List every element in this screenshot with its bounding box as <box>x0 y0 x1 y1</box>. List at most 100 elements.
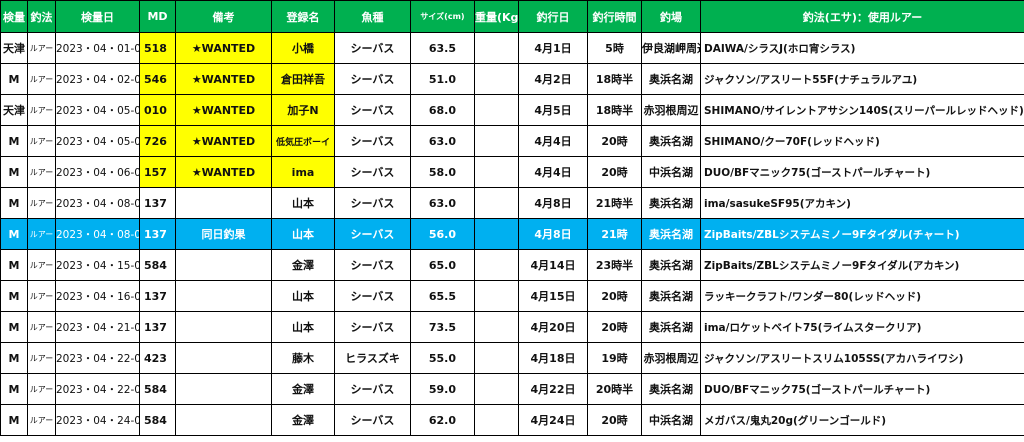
cell-method: ルアー <box>27 187 56 219</box>
cell-time: 20時 <box>587 280 642 312</box>
cell-date: 2023・04・15-01 <box>55 249 140 281</box>
cell-weigh: M <box>0 187 28 219</box>
header-method: 釣法 <box>27 0 56 33</box>
cell-method: ルアー <box>27 373 56 405</box>
cell-md: 157 <box>139 156 176 188</box>
cell-time: 5時 <box>587 32 642 64</box>
cell-time: 20時 <box>587 156 642 188</box>
cell-spot: 奥浜名湖 <box>641 125 701 157</box>
cell-name: 低気圧ボーイ <box>271 125 335 157</box>
cell-spot: 奥浜名湖 <box>641 249 701 281</box>
cell-md: 010 <box>139 94 176 126</box>
cell-gear: SHIMANO/サイレントアサシン140S(スリーパールレッドヘッド) <box>700 94 1024 126</box>
table-row[interactable]: M ルアー 2023・04・06-03 157 ★WANTED ima シーバス 58.0 4月… <box>0 156 1024 188</box>
cell-method: ルアー <box>27 32 56 64</box>
cell-spot: 伊良湖岬周辺 <box>641 32 701 64</box>
table-row[interactable]: M ルアー 2023・04・08-02 137 同日釣果 山本 シーバス 56.0 4月8日 21… <box>0 218 1024 250</box>
cell-size: 59.0 <box>410 373 475 405</box>
header-gear: 釣法(エサ)：使用ルアー <box>700 0 1024 33</box>
cell-name: 山本 <box>271 218 335 250</box>
cell-species: シーバス <box>334 218 411 250</box>
header-md: MD <box>139 0 176 33</box>
cell-time: 20時 <box>587 125 642 157</box>
cell-spot: 奥浜名湖 <box>641 280 701 312</box>
header-weight: 重量(Kg) <box>474 0 519 33</box>
cell-size: 62.0 <box>410 404 475 436</box>
cell-weight <box>474 125 519 157</box>
cell-date: 2023・04・24-05 <box>55 404 140 436</box>
cell-weight <box>474 342 519 374</box>
cell-note: ★WANTED <box>175 32 272 64</box>
table-row[interactable]: M ルアー 2023・04・08-01 137 山本 シーバス 63.0 4月8日 21時半 奥浜… <box>0 187 1024 219</box>
cell-date: 2023・04・22-02 <box>55 373 140 405</box>
cell-gear: ima/ロケットベイト75(ライムスタークリア) <box>700 311 1024 343</box>
cell-name: 山本 <box>271 311 335 343</box>
cell-size: 63.5 <box>410 32 475 64</box>
cell-weigh: M <box>0 404 28 436</box>
cell-time: 20時 <box>587 404 642 436</box>
cell-day: 4月18日 <box>518 342 588 374</box>
cell-name: 加子N <box>271 94 335 126</box>
cell-size: 68.0 <box>410 94 475 126</box>
cell-method: ルアー <box>27 63 56 95</box>
cell-weight <box>474 94 519 126</box>
table-row[interactable]: 天津 ルアー 2023・04・01-01 518 ★WANTED 小橋 シーバス 63.5 4月… <box>0 32 1024 64</box>
cell-date: 2023・04・21-01 <box>55 311 140 343</box>
cell-md: 423 <box>139 342 176 374</box>
cell-species: ヒラスズキ <box>334 342 411 374</box>
cell-name: ima <box>271 156 335 188</box>
cell-gear: SHIMANO/クー70F(レッドヘッド) <box>700 125 1024 157</box>
cell-weight <box>474 156 519 188</box>
table-row[interactable]: M ルアー 2023・04・24-05 584 金澤 シーバス 62.0 4月24日 20時 中浜… <box>0 404 1024 436</box>
cell-day: 4月5日 <box>518 94 588 126</box>
cell-size: 55.0 <box>410 342 475 374</box>
cell-time: 19時 <box>587 342 642 374</box>
cell-method: ルアー <box>27 125 56 157</box>
cell-name: 藤木 <box>271 342 335 374</box>
table-row[interactable]: 天津 ルアー 2023・04・05-02 010 ★WANTED 加子N シーバス 68.0 4… <box>0 94 1024 126</box>
table-row[interactable]: M ルアー 2023・04・15-01 584 金澤 シーバス 65.0 4月14日 23時半奥… <box>0 249 1024 281</box>
cell-method: ルアー <box>27 280 56 312</box>
cell-weigh: M <box>0 373 28 405</box>
cell-md: 137 <box>139 187 176 219</box>
header-time: 釣行時間 <box>587 0 642 33</box>
cell-species: シーバス <box>334 280 411 312</box>
cell-weigh: 天津 <box>0 94 28 126</box>
cell-species: シーバス <box>334 187 411 219</box>
cell-name: 金澤 <box>271 404 335 436</box>
cell-weight <box>474 249 519 281</box>
table-row[interactable]: M ルアー 2023・04・22-01 423 藤木 ヒラスズキ 55.0 4月18日 19時赤… <box>0 342 1024 374</box>
cell-weight <box>474 63 519 95</box>
header-name: 登録名 <box>271 0 335 33</box>
cell-name: 山本 <box>271 187 335 219</box>
cell-note: ★WANTED <box>175 94 272 126</box>
table-row[interactable]: M ルアー 2023・04・21-01 137 山本 シーバス 73.5 4月20日 20時 奥浜… <box>0 311 1024 343</box>
cell-md: 137 <box>139 280 176 312</box>
cell-time: 21時半 <box>587 187 642 219</box>
cell-spot: 中浜名湖 <box>641 404 701 436</box>
cell-day: 4月24日 <box>518 404 588 436</box>
cell-md: 726 <box>139 125 176 157</box>
cell-weigh: M <box>0 280 28 312</box>
cell-date: 2023・04・05-02 <box>55 94 140 126</box>
cell-md: 518 <box>139 32 176 64</box>
cell-note <box>175 187 272 219</box>
table-row[interactable]: M ルアー 2023・04・02-01 546 ★WANTED 倉田祥吾 シーバス 51.0 4… <box>0 63 1024 95</box>
table-row[interactable]: M ルアー 2023・04・16-02 137 山本 シーバス 65.5 4月15日 20時 奥浜… <box>0 280 1024 312</box>
cell-md: 584 <box>139 404 176 436</box>
cell-weight <box>474 218 519 250</box>
cell-weight <box>474 187 519 219</box>
catch-records-table: 検量 釣法 検量日 MD 備考 登録名 魚種 サイズ(cm) 重量(Kg) 釣行… <box>0 0 1024 436</box>
cell-md: 584 <box>139 373 176 405</box>
cell-name: 山本 <box>271 280 335 312</box>
cell-spot: 奥浜名湖 <box>641 373 701 405</box>
cell-spot: 奥浜名湖 <box>641 187 701 219</box>
table-row[interactable]: M ルアー 2023・04・05-04 726 ★WANTED 低気圧ボーイ シーバス 63.… <box>0 125 1024 157</box>
cell-weigh: M <box>0 156 28 188</box>
table-row[interactable]: M ルアー 2023・04・22-02 584 金澤 シーバス 59.0 4月22日 20時半奥… <box>0 373 1024 405</box>
cell-method: ルアー <box>27 404 56 436</box>
cell-day: 4月1日 <box>518 32 588 64</box>
cell-note: ★WANTED <box>175 125 272 157</box>
cell-day: 4月4日 <box>518 156 588 188</box>
cell-date: 2023・04・06-03 <box>55 156 140 188</box>
